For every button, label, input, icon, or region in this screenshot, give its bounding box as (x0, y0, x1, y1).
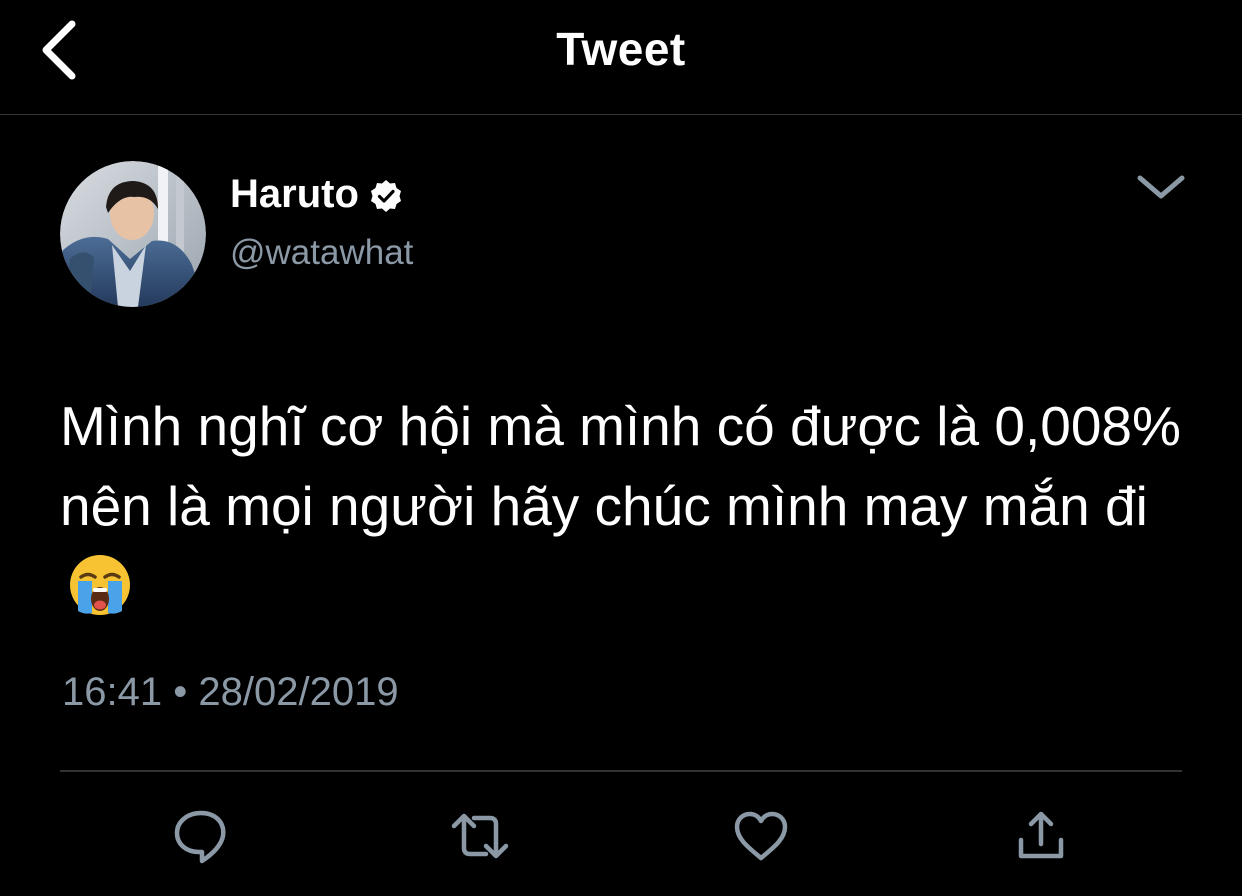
tweet-text: Mình nghĩ cơ hội mà mình có được là 0,00… (60, 395, 1181, 537)
avatar[interactable] (60, 161, 206, 307)
divider (60, 770, 1182, 772)
author-handle[interactable]: @watawhat (230, 233, 413, 273)
tweet-date: 28/02/2019 (198, 670, 399, 714)
timestamp-separator: • (173, 670, 188, 714)
retweet-icon (451, 813, 509, 859)
author-name-text: Haruto (230, 172, 359, 216)
loudly-crying-face-icon (68, 553, 132, 617)
author-display-name[interactable]: Haruto (230, 172, 403, 217)
like-button[interactable] (731, 806, 791, 866)
heart-icon (734, 811, 788, 861)
tweet-body: Mình nghĩ cơ hội mà mình có được là 0,00… (60, 386, 1210, 626)
more-options-button[interactable] (1134, 164, 1188, 208)
verified-badge-icon (369, 178, 403, 212)
avatar-photo (60, 161, 206, 307)
tweet-timestamp: 16:41 • 28/02/2019 (62, 670, 399, 715)
share-button[interactable] (1011, 806, 1071, 866)
chevron-down-icon (1137, 175, 1185, 199)
retweet-button[interactable] (450, 806, 510, 866)
tweet-time: 16:41 (62, 670, 163, 714)
page-title: Tweet (556, 23, 686, 75)
share-icon (1018, 811, 1064, 859)
reply-button[interactable] (171, 806, 231, 866)
top-navigation-bar: Tweet (0, 0, 1242, 115)
reply-icon (174, 810, 226, 864)
